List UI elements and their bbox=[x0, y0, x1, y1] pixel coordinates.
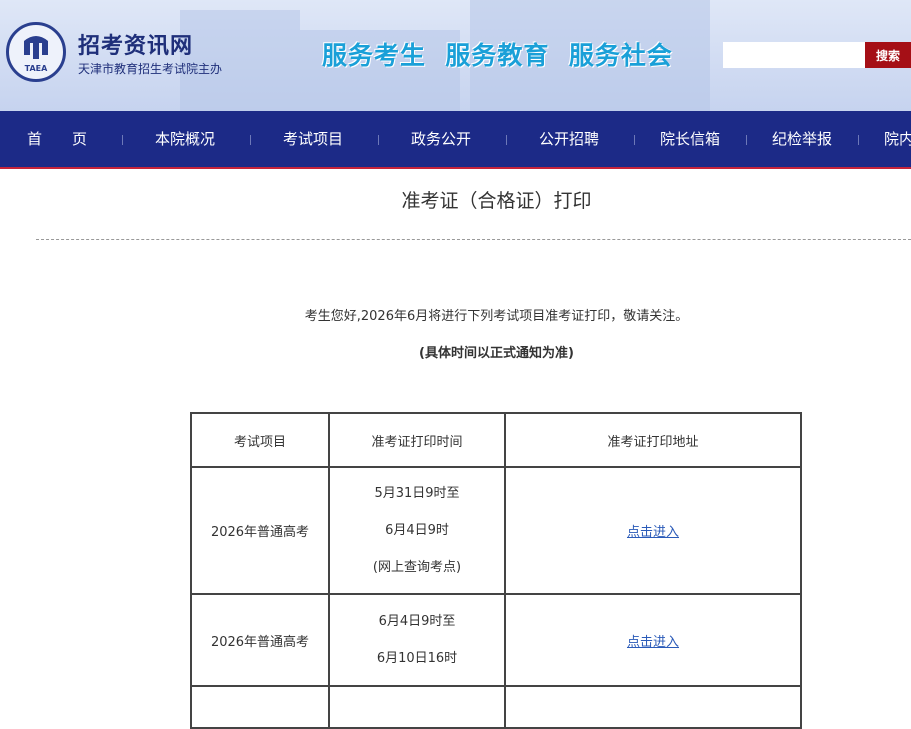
nav-item-gov-affairs[interactable]: 政务公开 bbox=[411, 111, 471, 167]
table-row: 2026年普通高考 6月4日9时至 6月10日16时 点击进入 bbox=[190, 593, 802, 687]
cell-project: 2026年普通高考 bbox=[190, 593, 330, 687]
table-header-row: 考试项目 准考证打印时间 准考证打印地址 bbox=[190, 412, 802, 468]
time-line: 6月10日16时 bbox=[376, 651, 458, 666]
table-row bbox=[190, 685, 802, 729]
notice-text: 考生您好,2026年6月将进行下列考试项目准考证打印，敬请关注。 bbox=[304, 309, 689, 324]
header-banner: TAEA 招考资讯网 天津市教育招生考试院主办 服务考生 服务教育 服务社会 搜… bbox=[0, 0, 911, 111]
enter-link[interactable]: 点击进入 bbox=[627, 525, 679, 540]
table-row: 2026年普通高考 5月31日9时至 6月4日9时 (网上查询考点) 点击进入 bbox=[190, 466, 802, 595]
search-button[interactable]: 搜索 bbox=[865, 42, 911, 68]
site-name[interactable]: 招考资讯网 bbox=[78, 28, 193, 60]
cell-address: 点击进入 bbox=[504, 593, 802, 687]
nav-item-internal[interactable]: 院内 bbox=[884, 111, 911, 167]
header-cell-address: 准考证打印地址 bbox=[504, 412, 802, 468]
header-cell-project: 考试项目 bbox=[190, 412, 330, 468]
cell-project: 2026年普通高考 bbox=[190, 466, 330, 595]
main-nav: 首 页 本院概况 考试项目 政务公开 公开招聘 院长信箱 纪检举报 院内 bbox=[0, 111, 911, 169]
notice-bold-text: (具体时间以正式通知为准) bbox=[419, 346, 574, 361]
logo-icon[interactable]: TAEA bbox=[6, 22, 66, 82]
time-line: 6月4日9时 bbox=[385, 523, 449, 538]
time-line: 5月31日9时至 bbox=[374, 486, 460, 501]
svg-text:TAEA: TAEA bbox=[25, 64, 48, 73]
cell-time: 5月31日9时至 6月4日9时 (网上查询考点) bbox=[328, 466, 506, 595]
header-cell-time: 准考证打印时间 bbox=[328, 412, 506, 468]
time-line: 6月4日9时至 bbox=[378, 614, 456, 629]
time-line: (网上查询考点) bbox=[372, 560, 462, 575]
site-subtitle: 天津市教育招生考试院主办 bbox=[78, 62, 223, 76]
enter-link[interactable]: 点击进入 bbox=[627, 635, 679, 650]
nav-item-president-mailbox[interactable]: 院长信箱 bbox=[660, 111, 720, 167]
admission-ticket-table: 考试项目 准考证打印时间 准考证打印地址 2026年普通高考 5月31日9时至 … bbox=[190, 412, 802, 729]
slogan: 服务考生 服务教育 服务社会 bbox=[322, 41, 673, 70]
cell-address: 点击进入 bbox=[504, 466, 802, 595]
nav-item-about[interactable]: 本院概况 bbox=[155, 111, 215, 167]
search-input[interactable] bbox=[723, 42, 865, 68]
cell-time: 6月4日9时至 6月10日16时 bbox=[328, 593, 506, 687]
page-title: 准考证（合格证）打印 bbox=[401, 190, 592, 212]
nav-item-exams[interactable]: 考试项目 bbox=[283, 111, 343, 167]
nav-item-report[interactable]: 纪检举报 bbox=[772, 111, 832, 167]
divider bbox=[36, 239, 911, 240]
nav-item-home[interactable]: 首 页 bbox=[27, 111, 87, 167]
nav-item-recruitment[interactable]: 公开招聘 bbox=[539, 111, 599, 167]
